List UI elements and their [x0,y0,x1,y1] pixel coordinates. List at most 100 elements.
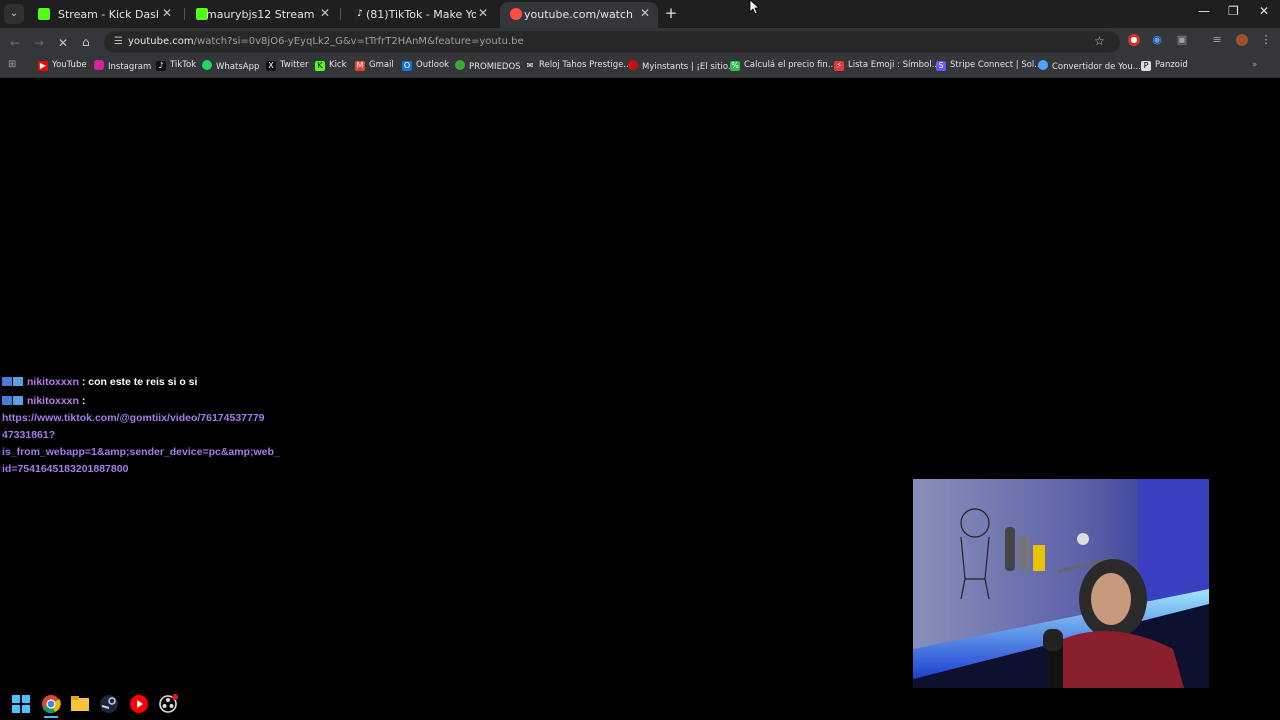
youtube-app-icon[interactable] [129,694,149,714]
bookmark-stripe[interactable]: S Stripe Connect | Sol... [936,60,1042,71]
tab-title: youtube.com/watch?si=0v8jO6 [524,8,634,21]
close-window-button[interactable]: ✕ [1259,4,1269,18]
chat-message: nikitoxxxn : [2,393,292,410]
tab-youtube[interactable]: youtube.com/watch?si=0v8jO6 ✕ [500,2,658,28]
close-icon[interactable]: ✕ [320,6,330,20]
bookmark-label: Gmail [369,60,394,70]
extensions-puzzle-icon[interactable]: ▣ [1176,34,1188,46]
active-app-indicator [44,716,58,718]
apps-grid-icon[interactable]: ⊞ [8,59,16,70]
chat-link[interactable]: https://www.tiktok.com/@gomtiix/video/76… [2,410,292,478]
myinstants-icon [628,60,638,70]
bookmark-youtube[interactable]: ▶ YouTube [38,60,87,71]
file-explorer-icon[interactable] [70,694,90,714]
promiedos-icon [455,60,465,70]
youtube-icon [510,8,522,20]
chat-link-line: https://www.tiktok.com/@gomtiix/video/76… [2,412,265,424]
bookmark-calcula[interactable]: % Calculá el precio fin... [730,60,836,71]
tab-title: maurybjs12 Stream - Watch Live [206,8,318,21]
badge-icon [2,396,12,405]
restore-button[interactable]: ❐ [1228,4,1239,18]
webcam-image [913,479,1209,720]
cloud-icon [1038,60,1048,70]
bookmark-label: Myinstants | ¡El sitio... [642,62,736,72]
bookmark-reloj[interactable]: ✉ Reloj Tahos Prestige... [525,60,631,71]
bookmark-outlook[interactable]: O Outlook [402,60,449,71]
badge-icon [13,377,23,386]
media-controls-icon[interactable]: ≡ [1211,34,1223,46]
forward-button[interactable]: → [34,36,44,50]
bookmark-label: Stripe Connect | Sol... [950,60,1043,70]
tab-separator [184,8,185,20]
more-bookmarks-icon[interactable]: » [1252,60,1257,70]
bookmark-label: YouTube [52,60,87,70]
bookmark-convertidor[interactable]: Convertidor de You... [1038,60,1141,72]
youtube-icon: ▶ [38,61,48,71]
webcam-overlay [913,479,1209,720]
bookmark-star-icon[interactable]: ☆ [1094,34,1105,48]
windows-start-icon[interactable] [11,694,31,714]
tab-tiktok[interactable]: ♪ (81)TikTok - Make Your Day ✕ [344,2,496,28]
chat-overlay: nikitoxxxn : con este te reis si o si ni… [2,374,292,478]
bookmark-label: PROMIEDOS [469,62,521,72]
close-icon[interactable]: ✕ [162,6,172,20]
extension-red-icon[interactable]: ● [1128,34,1140,46]
tiktok-icon: ♪ [156,61,166,71]
menu-icon[interactable]: ⋮ [1260,34,1272,46]
bookmark-twitter[interactable]: X Twitter [266,60,309,71]
chat-link-line: is_from_webapp=1&amp;sender_device=pc&am… [2,446,280,458]
chat-text: con este te reis si o si [88,376,198,388]
bookmark-instagram[interactable]: Instagram [94,60,151,72]
bookmark-whatsapp[interactable]: WhatsApp [202,60,259,72]
mouse-cursor-icon [749,0,759,15]
tab-kick-dashboard[interactable]: Stream - Kick Dashboard ✕ [28,2,180,28]
close-icon[interactable]: ✕ [640,6,650,20]
bookmark-gmail[interactable]: M Gmail [355,60,394,71]
new-tab-button[interactable]: + [662,4,680,22]
bookmark-emoji[interactable]: ⚡ Lista Emoji : Símbol... [834,60,940,71]
bookmark-label: TikTok [170,60,197,70]
profile-avatar[interactable] [1236,34,1248,46]
bookmark-kick[interactable]: K Kick [315,60,347,71]
bookmark-label: Convertidor de You... [1052,62,1141,72]
panzoid-icon: P [1141,61,1151,71]
bookmark-myinstants[interactable]: Myinstants | ¡El sitio... [628,60,736,72]
chrome-icon[interactable] [41,694,61,714]
bookmark-label: Calculá el precio fin... [744,60,836,70]
x-icon: X [266,61,276,71]
bookmark-promiedos[interactable]: PROMIEDOS [455,60,521,72]
taskbar [0,688,1280,720]
stop-loading-button[interactable]: ✕ [58,36,68,50]
bookmark-label: Panzoid [1155,60,1188,70]
chat-username[interactable]: nikitoxxxn [27,376,79,388]
url-host: youtube.com [128,36,194,47]
extension-audio-icon[interactable]: ◉ [1151,34,1163,46]
calc-icon: % [730,61,740,71]
outlook-icon: O [402,61,412,71]
whatsapp-icon [202,60,212,70]
bookmark-tiktok[interactable]: ♪ TikTok [156,60,196,71]
chat-username[interactable]: nikitoxxxn [27,395,79,407]
url-path: /watch?si=0v8jO6-yEyqLk2_G&v=tTrfrT2HAnM… [193,36,524,47]
mail-icon: ✉ [525,61,535,71]
bookmark-panzoid[interactable]: P Panzoid [1141,60,1188,71]
chat-link-line: id=7541645183201887800 [2,463,129,475]
tiktok-icon: ♪ [354,8,366,20]
bookmark-label: Lista Emoji : Símbol... [848,60,940,70]
tab-title: (81)TikTok - Make Your Day [366,8,476,21]
bookmark-label: Instagram [108,62,152,72]
close-icon[interactable]: ✕ [478,6,488,20]
obs-icon[interactable] [158,694,178,714]
tab-search-button[interactable]: ⌄ [4,4,24,24]
site-info-icon[interactable]: ☰ [114,36,123,47]
bookmark-label: WhatsApp [216,62,260,72]
kick-icon [38,8,50,20]
minimize-button[interactable]: — [1198,4,1210,18]
url-text[interactable]: youtube.com/watch?si=0v8jO6-yEyqLk2_G&v=… [128,36,524,47]
tab-kick-stream[interactable]: maurybjs12 Stream - Watch Live ✕ [186,2,338,28]
home-button[interactable]: ⌂ [82,35,90,49]
stripe-icon: S [936,61,946,71]
tab-separator [340,8,341,20]
steam-icon[interactable] [99,694,119,714]
back-button[interactable]: ← [10,36,20,50]
